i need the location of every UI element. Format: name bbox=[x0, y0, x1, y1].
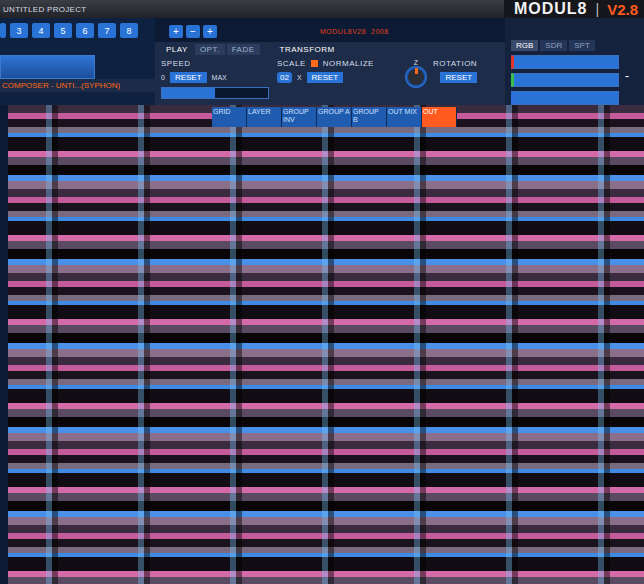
video-menu: GRIDLAYERGROUP INVGROUP AGROUP BOUT MIXO… bbox=[212, 107, 457, 127]
composer-label: COMPOSER - UNTI...(SYPHON) bbox=[0, 79, 155, 92]
layer-area: 345678 COMPOSER - UNTI...(SYPHON) bbox=[0, 18, 155, 105]
scale-value[interactable]: 02 bbox=[277, 72, 292, 83]
speed-max: MAX bbox=[212, 74, 227, 81]
build-label: MODUL8V28 2008 bbox=[320, 28, 389, 35]
toolbar: +−+ MODUL8V28 2008 bbox=[155, 18, 505, 40]
title-bar: UNTITLED PROJECT MODUL8|V2.8 bbox=[0, 0, 644, 18]
rotation-control: Z ROTATION RESET bbox=[405, 59, 477, 99]
layer-tab[interactable]: 5 bbox=[54, 23, 72, 38]
speed-min: 0 bbox=[161, 74, 165, 81]
scale-label: SCALE bbox=[277, 59, 306, 68]
color-channel-slider[interactable] bbox=[511, 55, 619, 69]
video-menu-item[interactable]: LAYER bbox=[247, 107, 282, 127]
panel-tab[interactable]: OPT. bbox=[195, 44, 225, 55]
speed-reset-button[interactable]: RESET bbox=[170, 72, 207, 83]
normalize-checkbox[interactable] bbox=[311, 60, 318, 67]
rotation-knob[interactable] bbox=[405, 66, 427, 88]
rotation-reset-button[interactable]: RESET bbox=[440, 72, 477, 83]
toolbar-button[interactable]: + bbox=[203, 25, 217, 38]
toolbar-button[interactable]: + bbox=[169, 25, 183, 38]
speed-label: SPEED bbox=[161, 59, 269, 68]
layer-tabs: 345678 bbox=[0, 23, 155, 38]
side-button[interactable]: - bbox=[625, 55, 629, 83]
modul8-window: UNTITLED PROJECT MODUL8|V2.8 345678 COMPOSE… bbox=[0, 0, 644, 584]
rotation-label: ROTATION bbox=[433, 59, 477, 68]
color-channel-slider[interactable] bbox=[511, 73, 619, 87]
video-menu-item[interactable]: GRID bbox=[212, 107, 247, 127]
layer-tab[interactable]: 4 bbox=[32, 23, 50, 38]
speed-slider[interactable] bbox=[161, 87, 269, 99]
color-channel-slider[interactable] bbox=[511, 91, 619, 105]
transform-title: TRANSFORM bbox=[280, 45, 335, 54]
video-menu-item[interactable]: GROUP B bbox=[352, 107, 387, 127]
layer-tab[interactable]: 7 bbox=[98, 23, 116, 38]
video-output: GRIDLAYERGROUP INVGROUP AGROUP BOUT MIXO… bbox=[8, 105, 644, 584]
layer-tab-stub bbox=[0, 23, 6, 38]
project-title: UNTITLED PROJECT bbox=[3, 5, 86, 14]
speed-control: SPEED 0 RESET MAX bbox=[161, 59, 269, 99]
rotation-axis: Z bbox=[414, 59, 418, 66]
video-menu-item[interactable]: OUT MIX bbox=[387, 107, 422, 127]
scale-reset-button[interactable]: RESET bbox=[307, 72, 344, 83]
video-menu-item[interactable]: OUT bbox=[422, 107, 457, 127]
panel-tab[interactable]: FADE bbox=[227, 44, 260, 55]
color-tab[interactable]: SDR bbox=[540, 40, 567, 51]
layer-tab[interactable]: 3 bbox=[10, 23, 28, 38]
composer-bar[interactable] bbox=[0, 55, 95, 79]
video-menu-item[interactable]: GROUP INV bbox=[282, 107, 317, 127]
normalize-label: NORMALIZE bbox=[323, 59, 374, 68]
toolbar-button[interactable]: − bbox=[186, 25, 200, 38]
transform-panel: PLAYOPT.FADE TRANSFORM SPEED 0 RESET MAX SCALE… bbox=[155, 42, 505, 105]
logo: MODUL8|V2.8 bbox=[504, 0, 644, 18]
panel-tab[interactable]: PLAY bbox=[161, 44, 193, 55]
scale-unit: X bbox=[297, 74, 302, 81]
color-tab[interactable]: RGB bbox=[511, 40, 538, 51]
color-tab[interactable]: SPT bbox=[569, 40, 595, 51]
scale-control: SCALE NORMALIZE 02 X RESET bbox=[277, 59, 397, 99]
color-panel: RGBSDRSPT - bbox=[505, 18, 644, 105]
video-menu-item[interactable]: GROUP A bbox=[317, 107, 352, 127]
layer-tab[interactable]: 6 bbox=[76, 23, 94, 38]
layer-tab[interactable]: 8 bbox=[120, 23, 138, 38]
